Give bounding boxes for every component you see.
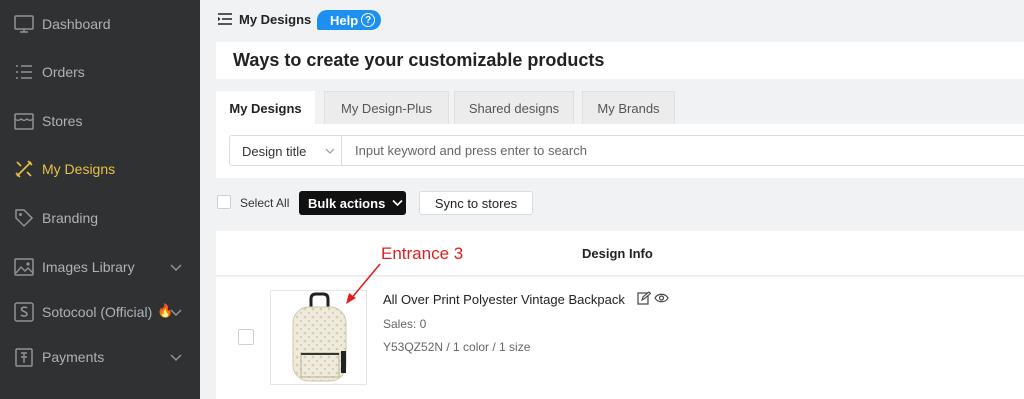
sidebar-item-label: Images Library xyxy=(42,259,135,275)
tab-shared-designs[interactable]: Shared designs xyxy=(454,91,574,124)
sidebar-item-label: Branding xyxy=(42,210,99,226)
chevron-down-icon xyxy=(170,264,182,272)
chevron-down-icon xyxy=(170,309,182,317)
sidebar-item-label: Orders xyxy=(42,64,85,80)
eye-icon[interactable] xyxy=(654,292,669,304)
sidebar-item-my-designs[interactable]: My Designs xyxy=(0,145,200,193)
chevron-down-icon xyxy=(392,199,403,207)
entrance-annotation: Entrance 3 xyxy=(381,244,464,263)
tab-my-designs[interactable]: My Designs xyxy=(216,91,315,125)
help-button[interactable]: Help ? xyxy=(317,10,382,30)
sales-count: Sales: 0 xyxy=(383,317,427,331)
tab-my-brands[interactable]: My Brands xyxy=(582,91,675,124)
page-title: Ways to create your customizable product… xyxy=(233,50,605,70)
page-title-bar: Ways to create your customizable product… xyxy=(216,42,1024,79)
sync-to-stores-button[interactable]: Sync to stores xyxy=(419,191,533,215)
monitor-icon xyxy=(14,15,34,33)
bulk-actions-label: Bulk actions xyxy=(308,195,386,211)
table-header: Design Info xyxy=(216,231,1024,276)
sidebar-item-stores[interactable]: Stores xyxy=(0,97,200,145)
sidebar-item-orders[interactable]: Orders xyxy=(0,48,200,96)
sidebar-item-label: Dashboard xyxy=(42,16,111,32)
tab-my-design-plus[interactable]: My Design-Plus xyxy=(324,91,449,124)
select-all-label: Select All xyxy=(240,196,290,210)
select-all-checkbox[interactable] xyxy=(217,195,231,209)
top-bar: My Designs Help ? xyxy=(200,0,1024,40)
table-row: All Over Print Polyester Vintage Backpac… xyxy=(216,277,1024,399)
menu-collapse-icon[interactable] xyxy=(218,13,232,25)
bulk-actions-button[interactable]: Bulk actions xyxy=(299,191,406,215)
chevron-down-icon xyxy=(325,148,335,154)
annotation-arrow-icon xyxy=(346,263,381,304)
sidebar-item-dashboard[interactable]: Dashboard xyxy=(0,0,200,48)
question-icon: ? xyxy=(361,13,376,27)
sidebar-item-sotocool[interactable]: Sotocool (Official) 🔥 xyxy=(0,288,200,336)
row-checkbox[interactable] xyxy=(238,329,254,345)
design-title[interactable]: All Over Print Polyester Vintage Backpac… xyxy=(383,292,625,307)
design-tools-icon xyxy=(15,160,33,178)
column-header-design-info: Design Info xyxy=(582,246,653,261)
store-icon xyxy=(14,113,34,130)
sidebar-item-images-library[interactable]: Images Library xyxy=(0,243,200,291)
sidebar-item-label: Payments xyxy=(42,349,105,365)
chevron-down-icon xyxy=(170,354,182,362)
design-sku: Y53QZ52N / 1 color / 1 size xyxy=(383,340,531,354)
edit-icon[interactable] xyxy=(637,291,651,305)
select-value: Design title xyxy=(242,144,307,159)
sidebar-item-label: Stores xyxy=(42,113,83,129)
sidebar-item-label: My Designs xyxy=(42,161,116,177)
search-field-select[interactable]: Design title xyxy=(229,135,342,166)
search-input[interactable] xyxy=(342,135,1024,166)
s-logo-icon xyxy=(14,302,34,322)
help-label: Help xyxy=(330,12,359,28)
sidebar-item-payments[interactable]: Payments xyxy=(0,333,200,381)
sidebar-item-label: Sotocool (Official) xyxy=(42,304,153,320)
sidebar: Dashboard Orders Stores My Designs Brand… xyxy=(0,0,200,399)
breadcrumb: My Designs xyxy=(239,12,312,27)
list-icon xyxy=(16,65,32,79)
filter-panel: Design title xyxy=(216,124,1024,178)
tag-icon xyxy=(15,209,34,228)
sidebar-item-branding[interactable]: Branding xyxy=(0,194,200,242)
main-content: My Designs Help ? Ways to create your cu… xyxy=(200,0,1024,399)
image-icon xyxy=(14,258,34,276)
wallet-icon xyxy=(15,348,33,367)
